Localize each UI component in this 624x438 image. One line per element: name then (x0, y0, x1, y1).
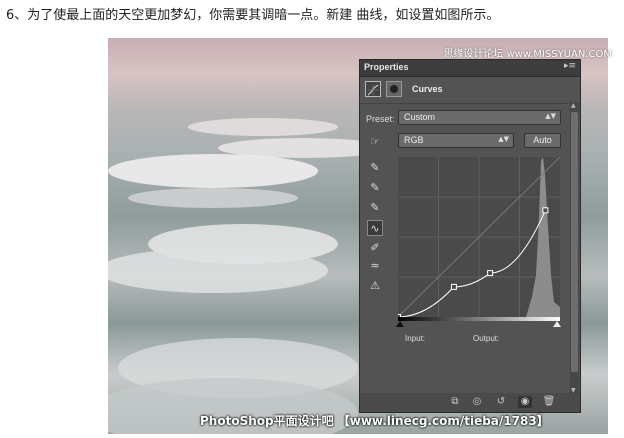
trash-icon[interactable]: 🗑 (542, 396, 556, 408)
scroll-up-icon[interactable]: ▲ (571, 102, 576, 109)
properties-panel: Properties ▸≡ Curves Preset: Custom ▲▼ ☞… (359, 59, 581, 397)
preset-label: Preset: (366, 114, 395, 124)
gradient-bar (398, 317, 560, 321)
eyedropper-white-icon[interactable]: ✎ (367, 200, 383, 216)
eyedropper-black-icon[interactable]: ✎ (367, 160, 383, 176)
eyedropper-gray-icon[interactable]: ✎ (367, 180, 383, 196)
adjustment-name: Curves (412, 84, 443, 94)
curve-point-icon[interactable]: ∿ (367, 220, 383, 236)
black-point-slider[interactable] (396, 321, 404, 327)
panel-title: Properties (364, 62, 409, 72)
cloud (188, 118, 338, 136)
instruction-text: 6、为了使最上面的天空更加梦幻，你需要其调暗一点。新建 曲线，如设置如图所示。 (6, 8, 500, 23)
input-label: Input: (405, 334, 426, 343)
cloud (128, 188, 298, 208)
on-image-adjust-icon[interactable]: ☞ (367, 134, 383, 150)
view-previous-icon[interactable]: ◎ (470, 396, 484, 408)
preset-dropdown[interactable]: Custom ▲▼ (398, 110, 561, 125)
curve-control-point[interactable] (542, 207, 549, 214)
scroll-thumb[interactable] (571, 112, 578, 372)
visibility-eye-icon[interactable]: ◉ (518, 396, 532, 408)
watermark-bottom: PhotoShop平面设计吧 【www.linecg.com/tieba/178… (200, 414, 549, 428)
output-label: Output: (473, 334, 500, 343)
watermark-top: 思缘设计论坛 www.MISSYUAN.COM (443, 49, 612, 60)
auto-button[interactable]: Auto (524, 133, 561, 148)
curve-control-point[interactable] (487, 270, 494, 277)
clipping-warning-icon[interactable]: ⚠ (367, 278, 383, 294)
clip-to-layer-icon[interactable]: ⧉ (448, 396, 462, 408)
cloud (108, 248, 328, 293)
panel-footer: ⧉ ◎ ↺ ◉ 🗑 (359, 393, 581, 413)
panel-titlebar: Properties ▸≡ (360, 60, 580, 77)
curves-graph[interactable] (398, 157, 560, 317)
chevron-updown-icon: ▲▼ (498, 135, 509, 143)
channel-value: RGB (404, 135, 424, 145)
preset-value: Custom (404, 112, 436, 122)
smooth-curve-icon[interactable]: ≈ (367, 258, 383, 274)
curves-adjustment-icon[interactable] (365, 81, 381, 97)
channel-dropdown[interactable]: RGB ▲▼ (398, 133, 514, 148)
cloud (108, 154, 318, 188)
chevron-updown-icon: ▲▼ (545, 112, 556, 120)
curve-control-point[interactable] (450, 283, 457, 290)
pencil-icon[interactable]: ✐ (367, 240, 383, 256)
panel-scrollbar[interactable]: ▲ ▼ (570, 102, 579, 394)
panel-header: Curves (360, 77, 580, 104)
panel-menu-icon[interactable]: ▸≡ (564, 61, 576, 71)
layer-mask-icon[interactable] (386, 81, 402, 97)
reset-icon[interactable]: ↺ (494, 396, 508, 408)
white-point-slider[interactable] (553, 321, 561, 327)
